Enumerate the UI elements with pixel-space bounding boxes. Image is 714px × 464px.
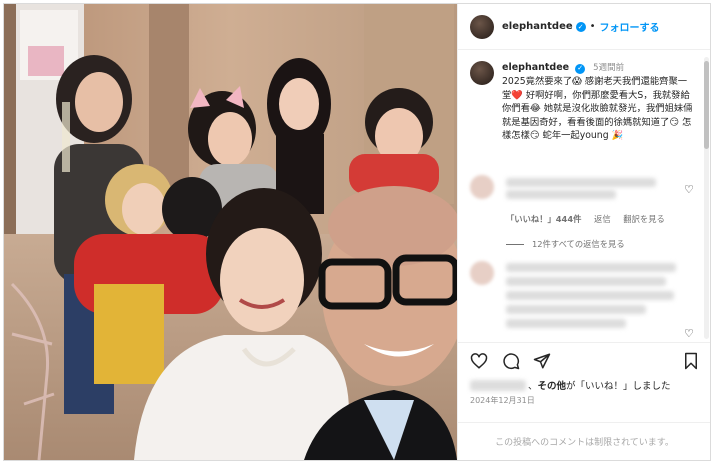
verified-badge-icon: ✓ bbox=[575, 63, 586, 74]
blurred-comment-text bbox=[506, 277, 666, 286]
commenter-avatar[interactable] bbox=[470, 175, 494, 199]
comment-like-heart-icon[interactable]: ♡ bbox=[684, 183, 694, 196]
group-selfie-image bbox=[4, 4, 457, 460]
liked-by-others[interactable]: その他 bbox=[538, 378, 567, 392]
caption-username[interactable]: elephantdee bbox=[502, 62, 569, 73]
post-header: elephantdee ✓ • フォローする bbox=[458, 4, 710, 50]
liked-by-separator: 、 bbox=[528, 381, 538, 392]
comment-reply-button[interactable]: 返信 bbox=[594, 214, 611, 224]
liked-by-suffix: が「いいね！」しました bbox=[566, 381, 671, 392]
share-icon[interactable] bbox=[533, 352, 551, 370]
comment-translate-button[interactable]: 翻訳を見る bbox=[623, 214, 665, 224]
blurred-comment-text bbox=[506, 190, 616, 199]
comments-list[interactable]: elephantdee ✓ 5週間前 2025竟然要來了😱 感謝老天我們還能齊聚… bbox=[458, 51, 710, 341]
comments-restricted-notice: この投稿へのコメントは制限されています。 bbox=[458, 422, 710, 460]
post-photo[interactable] bbox=[4, 4, 457, 460]
caption-text: 2025竟然要來了😱 感謝老天我們還能齊聚一堂❤️ 好啊好啊，你們那麼愛看大S，… bbox=[502, 76, 693, 141]
post-caption: elephantdee ✓ 5週間前 2025竟然要來了😱 感謝老天我們還能齊聚… bbox=[470, 61, 696, 143]
caption-time[interactable]: 5週間前 bbox=[593, 63, 624, 73]
verified-badge-icon: ✓ bbox=[575, 21, 586, 32]
blurred-comment-text bbox=[506, 263, 676, 272]
blurred-comment-text bbox=[506, 178, 656, 187]
heart-icon[interactable] bbox=[470, 352, 488, 370]
caption-avatar[interactable] bbox=[470, 61, 494, 85]
view-replies-label: 12件すべての返信を見る bbox=[532, 239, 625, 249]
bookmark-icon[interactable] bbox=[682, 352, 700, 370]
post-side-panel: elephantdee ✓ • フォローする elephantdee ✓ 5週間… bbox=[457, 4, 710, 460]
follow-button[interactable]: フォローする bbox=[600, 19, 660, 34]
comment-icon[interactable] bbox=[502, 352, 520, 370]
header-separator: • bbox=[589, 21, 596, 32]
liked-by-line: 、 その他 が「いいね！」しました bbox=[470, 378, 671, 392]
comment-meta: 「いいね！」444件 返信 翻訳を見る bbox=[506, 213, 675, 225]
post-date[interactable]: 2024年12月31日 bbox=[470, 395, 535, 406]
blurred-comment-text bbox=[506, 305, 646, 314]
commenter-avatar[interactable] bbox=[470, 261, 494, 285]
comment-like-heart-icon[interactable]: ♡ bbox=[684, 327, 694, 340]
view-replies-button[interactable]: 12件すべての返信を見る bbox=[506, 238, 625, 250]
blurred-comment-text bbox=[506, 319, 626, 328]
author-avatar[interactable] bbox=[470, 14, 494, 39]
scrollbar-thumb[interactable] bbox=[704, 61, 709, 149]
instagram-post-embed: elephantdee ✓ • フォローする elephantdee ✓ 5週間… bbox=[3, 3, 711, 461]
blurred-comment-text bbox=[506, 291, 674, 300]
comments-scrollbar[interactable] bbox=[704, 57, 709, 339]
comment-row: ♡ bbox=[470, 175, 700, 201]
replies-line bbox=[506, 243, 524, 245]
comment-row: ♡ bbox=[470, 261, 700, 341]
post-actions bbox=[458, 342, 710, 376]
blurred-liker-name[interactable] bbox=[470, 379, 526, 391]
author-username[interactable]: elephantdee bbox=[502, 21, 573, 32]
comment-likes-count[interactable]: 「いいね！」444件 bbox=[506, 214, 581, 224]
